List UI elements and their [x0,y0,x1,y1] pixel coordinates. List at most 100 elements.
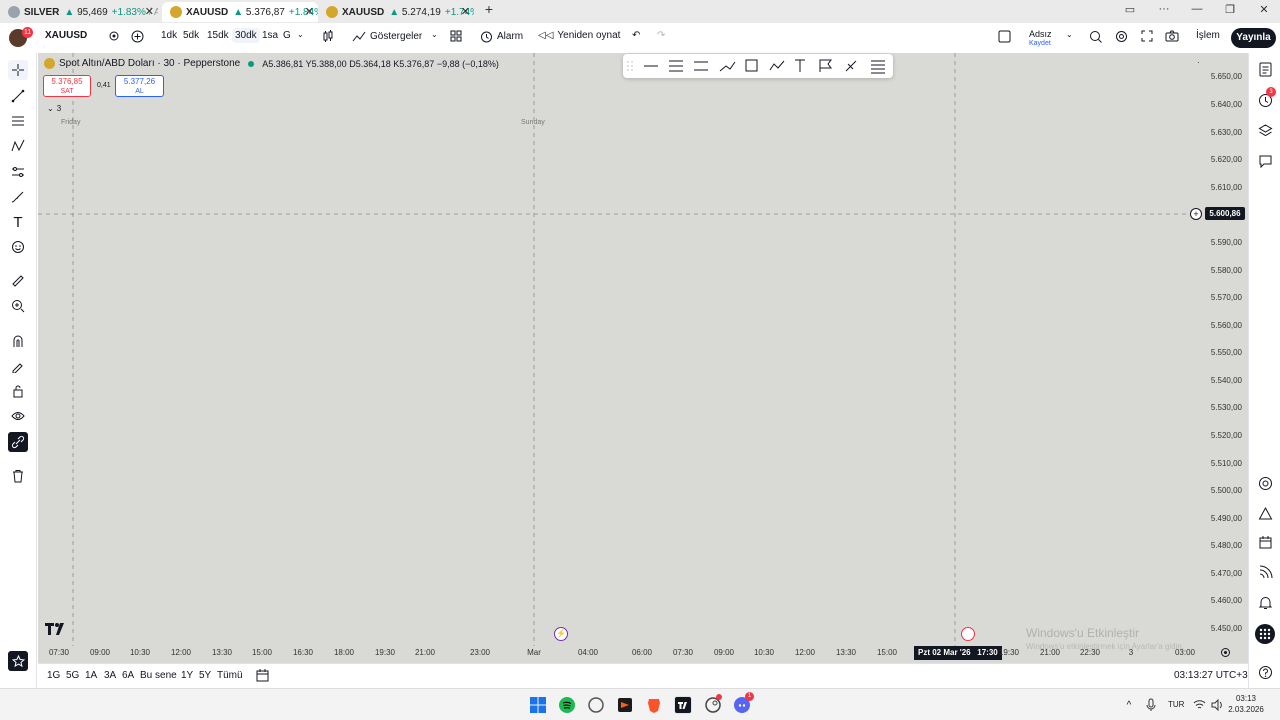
calendar-icon[interactable] [1256,533,1274,551]
language-indicator[interactable]: TUR [1168,700,1184,709]
system-clock[interactable]: 03:13 2.03.2026 [1225,693,1267,715]
screenshot-camera-icon[interactable] [1165,30,1179,42]
interval-g[interactable]: G [283,30,291,41]
range-3a[interactable]: 3A [104,670,116,681]
axis-settings-icon[interactable] [1220,647,1231,658]
tradingview-logo[interactable] [45,623,67,635]
buy-button[interactable]: 5.377,26 AL [115,75,164,97]
range-1y[interactable]: 1Y [181,670,193,681]
browser-tab-xauusd-2[interactable]: XAUUSD ▲ 5.274,19 +1.74% / ✕ [318,2,474,22]
browser-tab-silver[interactable]: SILVER ▲ 95,469 +1.83% / Adı ✕ [0,2,158,22]
chat-icon[interactable] [1256,152,1274,170]
spotify-icon[interactable] [558,696,576,714]
interval-1dk[interactable]: 1dk [161,30,177,41]
interval-1sa[interactable]: 1sa [262,30,278,41]
emoji-icon[interactable] [8,237,28,257]
watchlist-icon[interactable] [1256,60,1274,78]
help-icon[interactable] [1256,663,1274,681]
brush-icon[interactable] [8,187,28,207]
stream-icon[interactable] [1256,563,1274,581]
range-all[interactable]: Tümü [217,670,243,681]
layout-name[interactable]: Adsız Kaydet [1029,30,1052,48]
interval-5dk[interactable]: 5dk [183,30,199,41]
magnet-icon[interactable] [8,331,28,351]
price-axis[interactable]: · 5.650,00 5.640,00 5.630,00 5.620,00 5.… [1187,53,1248,663]
ruler-icon[interactable] [8,271,28,291]
indicators-collapse[interactable]: ⌄ 3 [47,104,61,113]
eye-icon[interactable] [8,406,28,426]
close-tab-icon[interactable]: ✕ [305,5,314,18]
publish-button[interactable]: Yayınla [1231,28,1276,48]
goto-date-icon[interactable] [256,669,269,682]
brave-icon[interactable] [645,696,663,714]
pattern-icon[interactable] [8,136,28,156]
indicators-button[interactable]: Göstergeler [352,30,422,42]
range-5g[interactable]: 5G [66,670,79,681]
trend-line-icon[interactable] [8,86,28,106]
windows-start-icon[interactable] [529,696,547,714]
minimize-button[interactable]: — [1187,3,1207,15]
chevron-down-icon[interactable]: ⌄ [297,30,304,39]
tray-overflow-icon[interactable]: ^ [1120,696,1138,714]
apps-grid-icon[interactable] [1255,624,1275,644]
time-axis[interactable]: 07:30 09:00 10:30 12:00 13:30 15:00 16:3… [38,646,1195,663]
microphone-icon[interactable] [1142,696,1160,714]
lock-icon[interactable] [8,381,28,401]
interval-15dk[interactable]: 15dk [207,30,229,41]
wifi-icon[interactable] [1190,696,1208,714]
fullscreen-layout-icon[interactable] [998,30,1011,43]
trade-button[interactable]: İşlem [1196,30,1220,41]
settings-gear-icon[interactable] [1115,30,1128,43]
edge-icon[interactable] [587,696,605,714]
alarm-button[interactable]: Alarm [480,30,523,43]
close-window-button[interactable]: ✕ [1254,3,1274,16]
layouts-grid-icon[interactable] [450,30,462,42]
compare-add-icon[interactable] [131,30,144,43]
replay-button[interactable]: ◁◁ Yeniden oynat [538,30,620,41]
range-5y[interactable]: 5Y [199,670,211,681]
tradingview-taskbar-icon[interactable] [674,696,692,714]
text-tool-icon[interactable]: T [8,212,28,232]
chart-pane[interactable]: Spot Altın/ABD Doları · 30 · Pepperstone… [38,53,1248,663]
symbol-title[interactable]: Spot Altın/ABD Doları · 30 · Pepperstone [59,58,240,69]
favorites-star-icon[interactable] [8,651,28,671]
quick-search-icon[interactable] [1089,30,1102,43]
more-icon[interactable]: ··· [1154,3,1174,15]
range-ytd[interactable]: Bu sene [140,670,177,681]
sidebar-toggle-icon[interactable]: ▭ [1120,3,1140,16]
crosshair-cursor-icon[interactable] [8,60,28,80]
sell-button[interactable]: 5.376,85 SAT [43,75,91,97]
maximize-button[interactable]: ❐ [1220,3,1240,16]
interval-30dk-active[interactable]: 30dk [232,28,260,43]
undo-icon[interactable]: ↶ [632,30,640,41]
new-tab-button[interactable]: + [479,1,499,17]
volume-icon[interactable] [1208,696,1226,714]
chevron-down-icon[interactable]: ⌄ [1066,30,1073,39]
layers-icon[interactable] [1256,121,1274,139]
range-1g[interactable]: 1G [47,670,60,681]
symbol-search[interactable]: XAUUSD [45,30,87,41]
trash-icon[interactable] [8,466,28,486]
notifications-bell-icon[interactable] [1256,593,1274,611]
redo-icon[interactable]: ↷ [657,30,665,41]
symbol-settings-icon[interactable] [108,30,120,42]
clock-timezone[interactable]: 03:13:27 UTC+3 [1174,670,1248,681]
browser-tab-xauusd-active[interactable]: XAUUSD ▲ 5.376,87 +1.84% / ✕ [162,2,318,22]
app-arrow-icon[interactable] [616,696,634,714]
us-flag-event-icon[interactable] [961,627,975,641]
dividend-event-icon[interactable]: ⚡ [554,627,568,641]
ideas-icon[interactable] [1256,504,1274,522]
fibonacci-icon[interactable] [8,111,28,131]
zoom-in-icon[interactable] [8,296,28,316]
add-alert-plus-icon[interactable]: + [1190,208,1202,220]
close-tab-icon[interactable]: ✕ [461,5,470,18]
range-6a[interactable]: 6A [122,670,134,681]
range-1a[interactable]: 1A [85,670,97,681]
chevron-down-icon[interactable]: ⌄ [431,30,438,39]
forecast-icon[interactable] [8,162,28,182]
target-icon[interactable] [1256,474,1274,492]
close-tab-icon[interactable]: ✕ [145,5,154,18]
link-icon[interactable] [8,432,28,452]
stay-drawing-icon[interactable] [8,356,28,376]
candle-type-icon[interactable] [322,30,334,43]
